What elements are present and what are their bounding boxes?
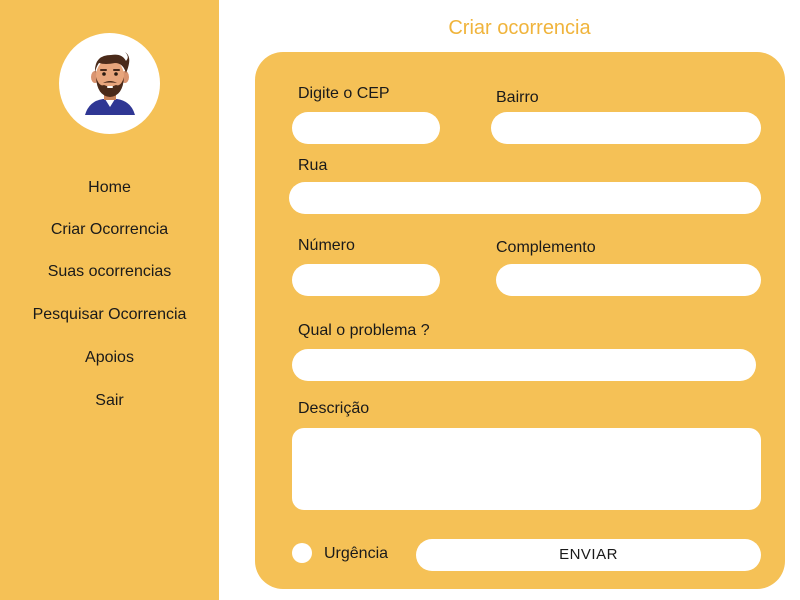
cep-field[interactable] (292, 112, 440, 144)
enviar-button[interactable]: ENVIAR (416, 539, 761, 571)
page-title: Criar ocorrencia (448, 17, 591, 39)
bairro-field[interactable] (491, 112, 761, 144)
numero-field[interactable] (292, 264, 440, 296)
rua-field[interactable] (289, 182, 761, 214)
urgencia-label: Urgência (324, 545, 389, 562)
bairro-label: Bairro (496, 89, 539, 106)
nav-item-sair[interactable]: Sair (0, 391, 219, 411)
nav-item-pesquisar-ocorrencia[interactable]: Pesquisar Ocorrencia (0, 305, 219, 325)
cep-label: Digite o CEP (298, 85, 390, 102)
numero-label: Número (298, 237, 355, 254)
sidebar: Home Criar Ocorrencia Suas ocorrencias P… (0, 0, 219, 600)
avatar[interactable] (59, 33, 160, 134)
nav-item-home[interactable]: Home (0, 178, 219, 198)
complemento-field[interactable] (496, 264, 761, 296)
nav-item-suas-ocorrencias[interactable]: Suas ocorrencias (0, 262, 219, 282)
problema-label: Qual o problema ? (298, 322, 430, 339)
nav-item-criar-ocorrencia[interactable]: Criar Ocorrencia (0, 220, 219, 240)
problema-field[interactable] (292, 349, 756, 381)
complemento-label: Complemento (496, 239, 596, 256)
nav-item-apoios[interactable]: Apoios (0, 348, 219, 368)
descricao-label: Descrição (298, 400, 370, 417)
urgencia-radio[interactable] (292, 543, 312, 563)
rua-label: Rua (298, 157, 328, 174)
descricao-textarea[interactable] (292, 428, 761, 510)
user-avatar-icon (85, 52, 135, 115)
